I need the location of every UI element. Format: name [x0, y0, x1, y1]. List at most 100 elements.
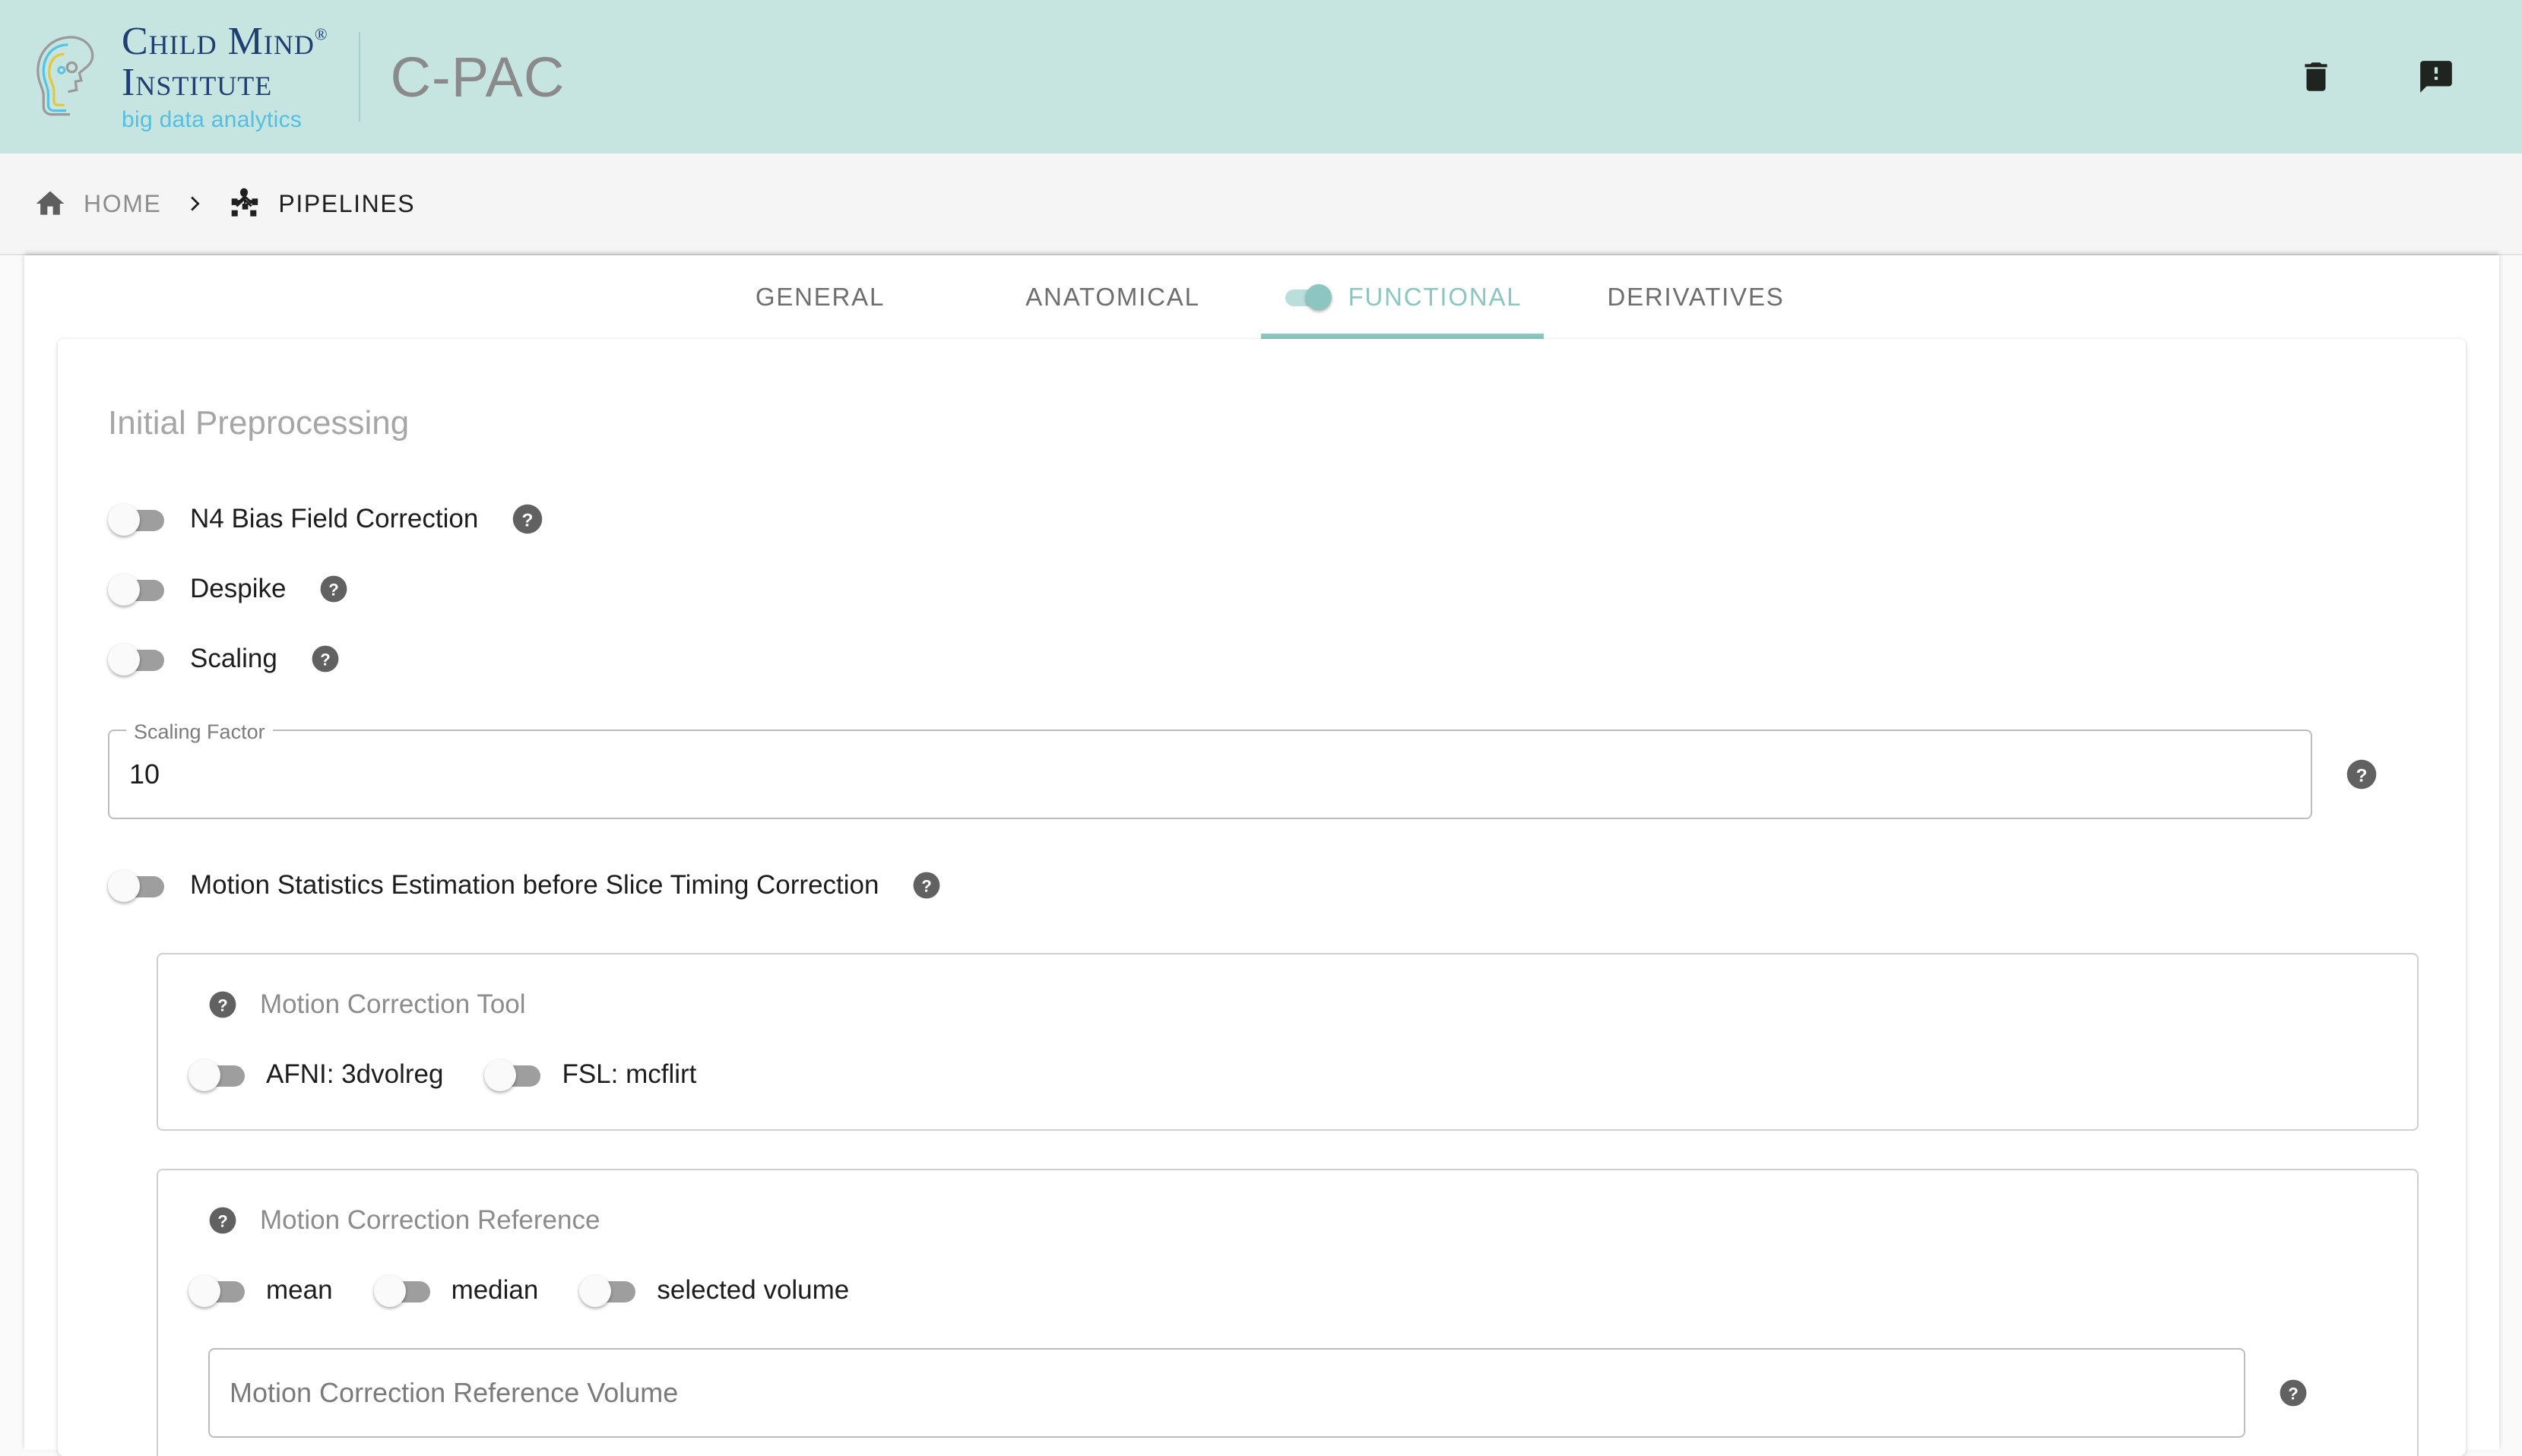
breadcrumb-home-label: HOME: [84, 190, 161, 218]
selected-volume-label: selected volume: [657, 1275, 849, 1306]
afni-3dvolreg-switch[interactable]: [189, 1059, 248, 1090]
registered-mark: ®: [315, 25, 328, 44]
scaling-switch[interactable]: [108, 644, 167, 674]
home-icon: [33, 187, 67, 220]
fsl-mcflirt-switch[interactable]: [484, 1059, 543, 1090]
breadcrumb-item-pipelines[interactable]: PIPELINES: [227, 186, 415, 221]
mean-label: mean: [266, 1275, 333, 1306]
breadcrumb-item-home[interactable]: HOME: [33, 187, 161, 220]
motion-correction-reference-volume-field[interactable]: Motion Correction Reference Volume: [208, 1348, 2245, 1438]
motion-correction-tool-options: AFNI: 3dvolreg FSL: mcflirt: [189, 1059, 2417, 1090]
tab-functional[interactable]: FUNCTIONAL: [1261, 255, 1544, 339]
motion-correction-reference-title: Motion Correction Reference: [260, 1205, 600, 1236]
motion-correction-reference-header: ? Motion Correction Reference: [208, 1205, 2417, 1236]
motion-correction-reference-group: ? Motion Correction Reference mean: [157, 1169, 2419, 1456]
n4-bias-field-correction-switch[interactable]: [108, 504, 167, 534]
app-header: Child Mind® Institute big data analytics…: [0, 0, 2522, 154]
despike-switch[interactable]: [108, 574, 167, 604]
svg-text:?: ?: [2356, 765, 2368, 786]
brand-line-2: Institute: [122, 63, 328, 103]
breadcrumb-current-label: PIPELINES: [278, 190, 415, 218]
option-afni-3dvolreg: AFNI: 3dvolreg: [189, 1059, 463, 1090]
tab-functional-switch[interactable]: [1283, 284, 1332, 310]
help-icon[interactable]: ?: [208, 1206, 237, 1235]
tab-anatomical-label: ANATOMICAL: [1025, 283, 1200, 312]
help-icon[interactable]: ?: [311, 644, 340, 673]
header-actions: [2297, 58, 2455, 96]
feedback-icon[interactable]: [2417, 58, 2455, 96]
help-icon[interactable]: ?: [912, 871, 941, 900]
svg-text:?: ?: [922, 876, 933, 895]
row-n4-bias-field-correction: N4 Bias Field Correction ?: [108, 489, 2466, 549]
help-icon[interactable]: ?: [512, 503, 543, 535]
delete-icon[interactable]: [2297, 58, 2335, 96]
mean-switch[interactable]: [189, 1275, 248, 1306]
afni-3dvolreg-label: AFNI: 3dvolreg: [266, 1059, 443, 1090]
option-fsl-mcflirt: FSL: mcflirt: [484, 1059, 716, 1090]
tab-derivatives-label: DERIVATIVES: [1607, 283, 1784, 312]
brand-line-1-text: Child Mind: [122, 20, 315, 63]
option-selected-volume: selected volume: [579, 1275, 869, 1306]
tab-underline: [1261, 334, 1544, 339]
tab-anatomical[interactable]: ANATOMICAL: [965, 255, 1261, 339]
chevron-right-icon: [181, 191, 207, 217]
tab-general[interactable]: GENERAL: [676, 255, 965, 339]
help-icon[interactable]: ?: [2346, 758, 2378, 790]
fsl-mcflirt-label: FSL: mcflirt: [562, 1059, 696, 1090]
tab-general-label: GENERAL: [756, 283, 885, 312]
tab-functional-label: FUNCTIONAL: [1348, 283, 1522, 312]
help-icon[interactable]: ?: [319, 574, 348, 603]
scaling-factor-field[interactable]: Scaling Factor 10: [108, 730, 2312, 819]
switch-knob: [108, 504, 140, 536]
row-despike: Despike ?: [108, 559, 2466, 619]
breadcrumb-bar: HOME PIPELINES: [0, 154, 2522, 255]
page-panel: GENERAL ANATOMICAL FUNCTIONAL DERIVATIVE…: [24, 255, 2499, 1450]
svg-text:?: ?: [2288, 1384, 2299, 1403]
n4-bias-field-correction-label: N4 Bias Field Correction: [190, 504, 478, 534]
scaling-factor-legend: Scaling Factor: [126, 720, 273, 744]
scaling-factor-row: Scaling Factor 10 ?: [108, 730, 2466, 819]
breadcrumb: HOME PIPELINES: [33, 186, 415, 221]
motion-correction-reference-volume-placeholder: Motion Correction Reference Volume: [230, 1377, 678, 1409]
svg-text:?: ?: [217, 995, 228, 1014]
child-mind-head-icon: [23, 30, 117, 124]
brand-divider: [359, 32, 360, 122]
motion-correction-reference-options: mean median selected volume: [189, 1275, 2417, 1306]
selected-volume-switch[interactable]: [579, 1275, 638, 1306]
help-icon[interactable]: ?: [2279, 1378, 2308, 1407]
despike-label: Despike: [190, 574, 286, 604]
motion-correction-tool-header: ? Motion Correction Tool: [208, 989, 2417, 1020]
median-switch[interactable]: [374, 1275, 433, 1306]
motion-stats-rows: Motion Statistics Estimation before Slic…: [108, 856, 2466, 915]
pipeline-tabs: GENERAL ANATOMICAL FUNCTIONAL DERIVATIVE…: [24, 255, 2499, 339]
option-median: median: [374, 1275, 559, 1306]
brand-tagline: big data analytics: [122, 109, 328, 131]
motion-correction-tool-title: Motion Correction Tool: [260, 989, 526, 1020]
brand-logo: Child Mind® Institute big data analytics: [23, 22, 328, 131]
svg-text:?: ?: [522, 510, 534, 530]
motion-correction-tool-group: ? Motion Correction Tool AFNI: 3dvolreg: [157, 953, 2419, 1131]
switch-knob: [374, 1275, 406, 1307]
switch-knob: [189, 1275, 220, 1307]
product-title: C-PAC: [391, 45, 566, 109]
motion-statistics-estimation-label: Motion Statistics Estimation before Slic…: [190, 870, 879, 901]
svg-text:?: ?: [217, 1211, 228, 1230]
help-icon[interactable]: ?: [208, 990, 237, 1019]
svg-text:?: ?: [329, 580, 340, 599]
account-tree-icon: [227, 186, 261, 221]
switch-knob: [1306, 284, 1332, 310]
page-title: Initial Preprocessing: [108, 404, 2466, 442]
row-motion-statistics-estimation: Motion Statistics Estimation before Slic…: [108, 856, 2466, 915]
scaling-label: Scaling: [190, 644, 277, 674]
switch-knob: [189, 1059, 220, 1091]
initial-preprocessing-card: Initial Preprocessing N4 Bias Field Corr…: [58, 339, 2466, 1456]
switch-knob: [108, 870, 140, 902]
switch-knob: [108, 574, 140, 606]
option-mean: mean: [189, 1275, 353, 1306]
median-label: median: [451, 1275, 539, 1306]
motion-statistics-estimation-switch[interactable]: [108, 870, 167, 901]
tab-derivatives[interactable]: DERIVATIVES: [1544, 255, 1848, 339]
motion-correction-reference-volume-row: Motion Correction Reference Volume ?: [208, 1348, 2417, 1438]
svg-text:?: ?: [320, 650, 331, 669]
brand-line-1: Child Mind®: [122, 22, 328, 62]
